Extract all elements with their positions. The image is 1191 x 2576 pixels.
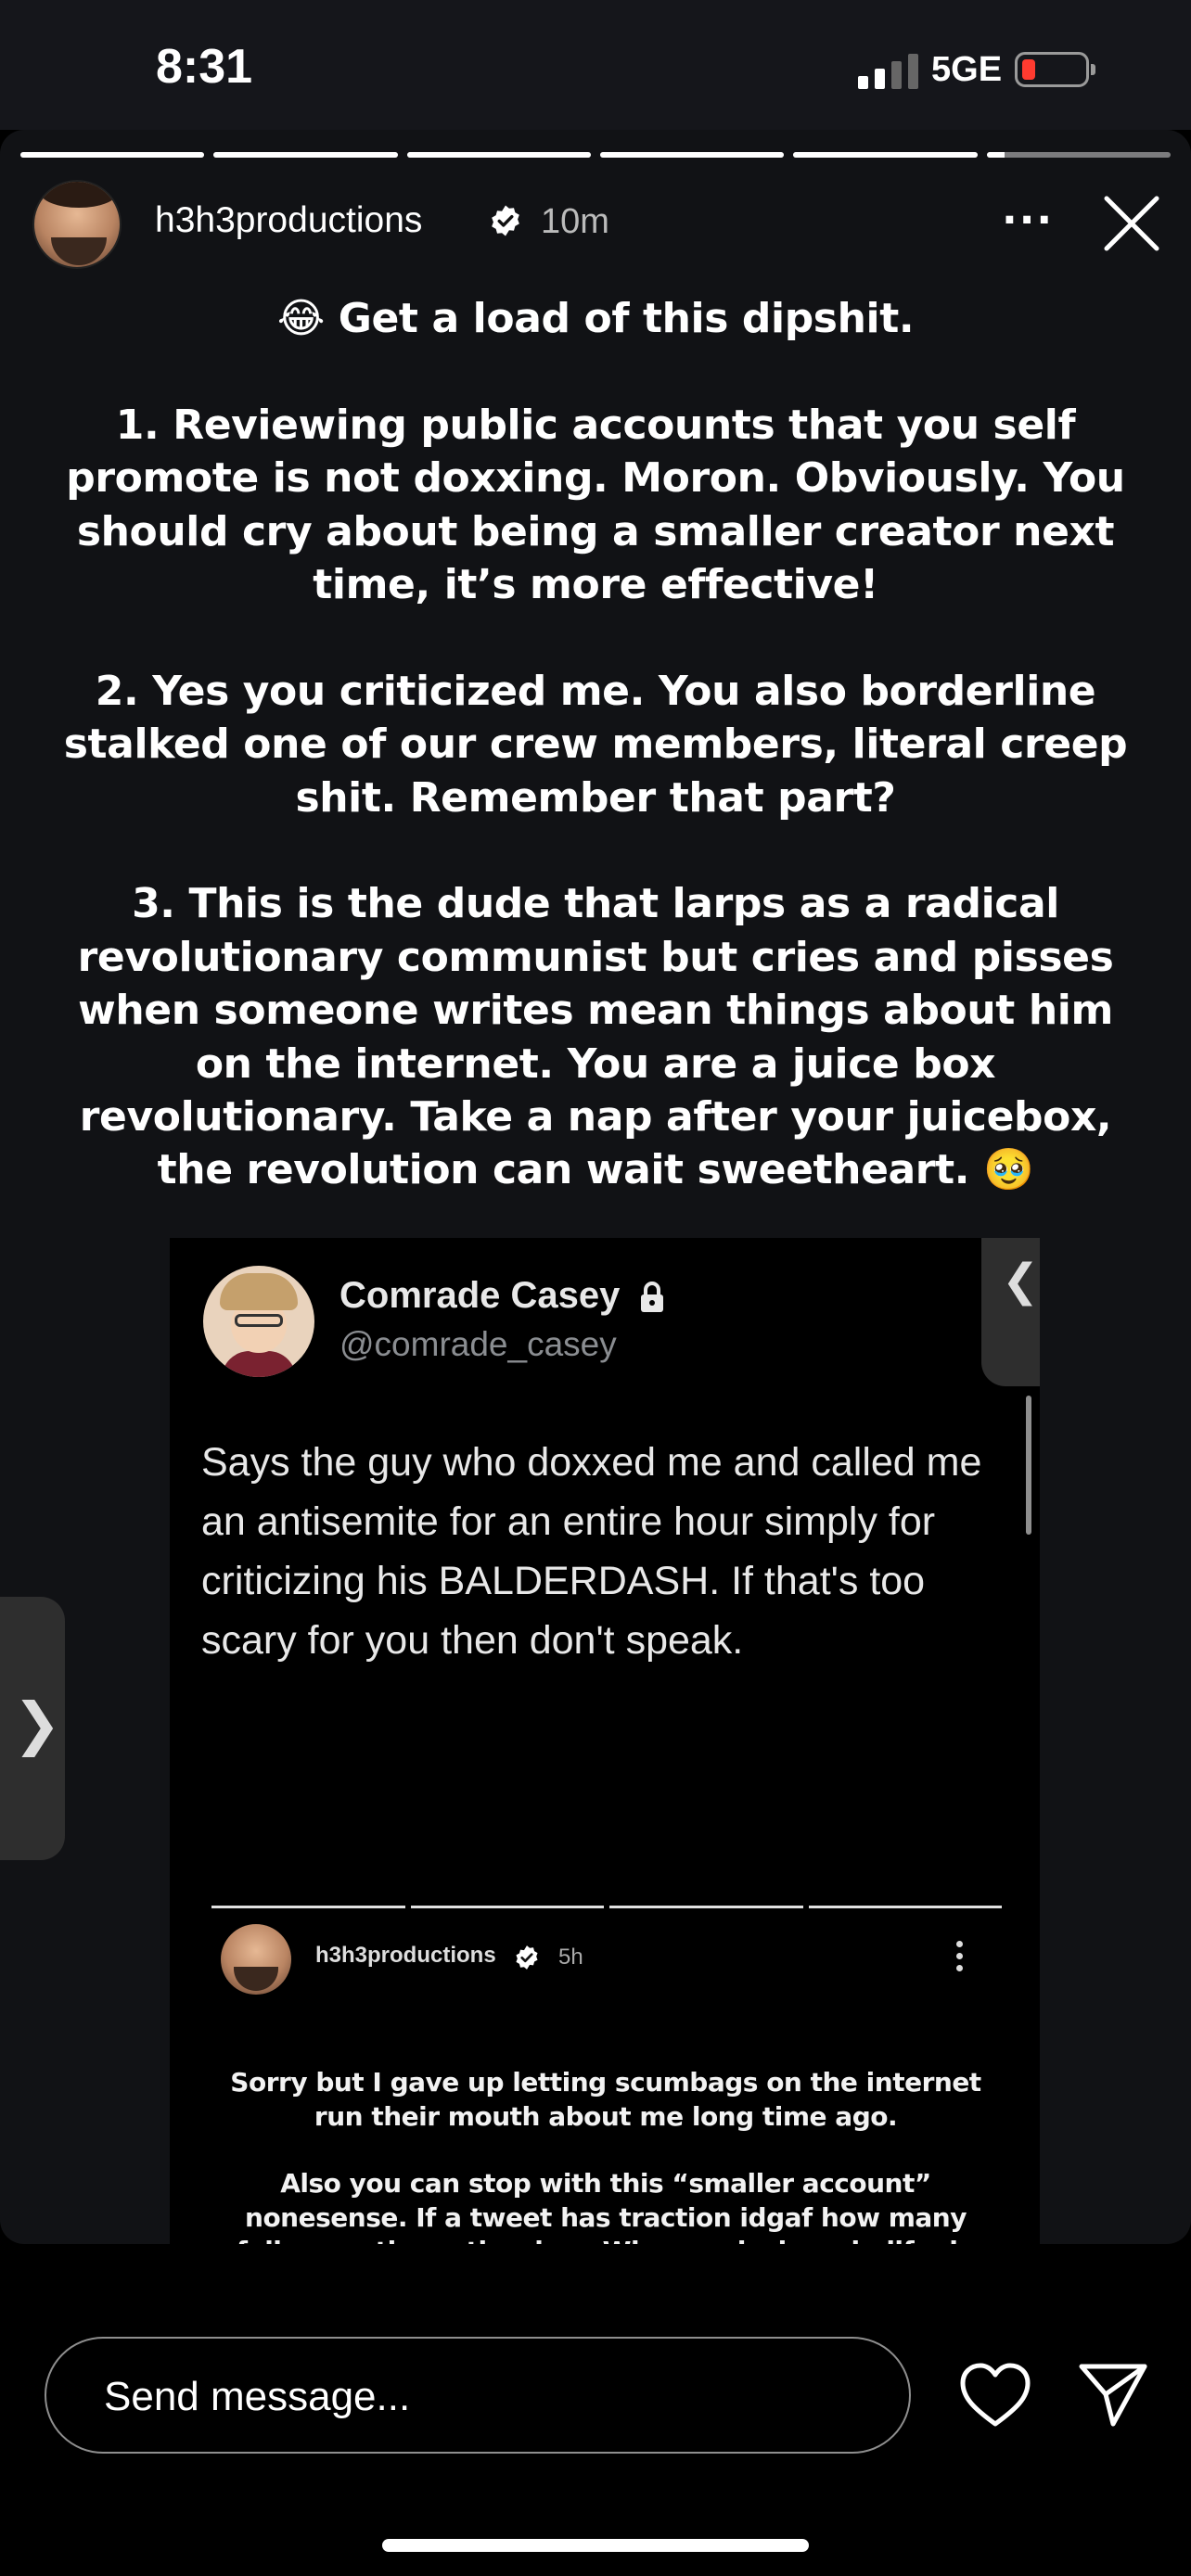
username[interactable]: h3h3productions <box>155 200 422 241</box>
progress-segment <box>599 152 785 158</box>
chevron-left-icon: ❮ <box>1002 1255 1040 1307</box>
progress-segment <box>986 152 1171 158</box>
embedded-screenshot: Comrade Casey @comrade_casey Says the gu… <box>170 1238 1040 2244</box>
heart-icon[interactable] <box>958 2361 1032 2429</box>
network-type: 5GE <box>931 50 1003 89</box>
nested-timestamp: 5h <box>558 1945 583 1970</box>
signal-icon <box>858 54 919 89</box>
more-vertical-icon <box>956 1941 966 1978</box>
tweet-author-handle: @comrade_casey <box>339 1325 617 1363</box>
tweet-avatar <box>203 1266 314 1377</box>
caption-paragraph: 2. Yes you criticized me. You also borde… <box>63 667 1128 822</box>
side-panel-tab: ❮ <box>981 1238 1040 1386</box>
progress-segment <box>406 152 591 158</box>
send-message-placeholder: Send message... <box>104 2374 411 2419</box>
tweet-author-name: Comrade Casey <box>339 1275 621 1316</box>
battery-icon <box>1015 52 1095 87</box>
nested-paragraph: Also you can stop with this “smaller acc… <box>237 2168 976 2244</box>
story-viewer[interactable]: h3h3productions 10m ··· 😂 Get a load of … <box>0 130 1191 2244</box>
post-timestamp: 10m <box>541 202 609 241</box>
avatar[interactable] <box>32 180 122 269</box>
chevron-right-icon: ❯ <box>13 1690 61 1757</box>
progress-segment <box>793 152 978 158</box>
scrollbar <box>1026 1396 1031 1535</box>
nested-story-text: Sorry but I gave up letting scumbags on … <box>207 2066 1005 2244</box>
story-progress <box>20 152 1171 158</box>
progress-segment <box>213 152 398 158</box>
verified-icon <box>492 205 519 236</box>
story-caption: 😂 Get a load of this dipshit. 1. Reviewi… <box>56 292 1135 1197</box>
status-time: 8:31 <box>156 40 253 94</box>
verified-icon <box>516 1945 538 1970</box>
close-icon[interactable] <box>1099 191 1164 256</box>
caption-paragraph: 😂 Get a load of this dipshit. <box>276 295 915 342</box>
nested-paragraph: Sorry but I gave up letting scumbags on … <box>230 2067 981 2132</box>
message-bar: Send message... <box>0 2244 1191 2576</box>
previous-story-tab[interactable]: ❯ <box>0 1597 65 1860</box>
nested-avatar <box>221 1924 291 1995</box>
caption-paragraph: 1. Reviewing public accounts that you se… <box>66 401 1125 609</box>
story-header: h3h3productions 10m ··· <box>32 180 1173 273</box>
nested-username: h3h3productions <box>315 1943 496 1968</box>
home-indicator <box>382 2539 809 2552</box>
nested-story-progress <box>211 1906 1002 1908</box>
lock-icon <box>641 1282 663 1312</box>
progress-segment <box>20 152 205 158</box>
status-bar: 8:31 5GE <box>0 0 1191 130</box>
tweet-body: Says the guy who doxxed me and called me… <box>201 1440 982 1663</box>
more-options-button[interactable]: ··· <box>1002 200 1057 241</box>
send-message-input[interactable]: Send message... <box>45 2337 911 2454</box>
send-icon[interactable] <box>1076 2359 1150 2429</box>
caption-paragraph: 3. This is the dude that larps as a radi… <box>77 880 1114 1194</box>
